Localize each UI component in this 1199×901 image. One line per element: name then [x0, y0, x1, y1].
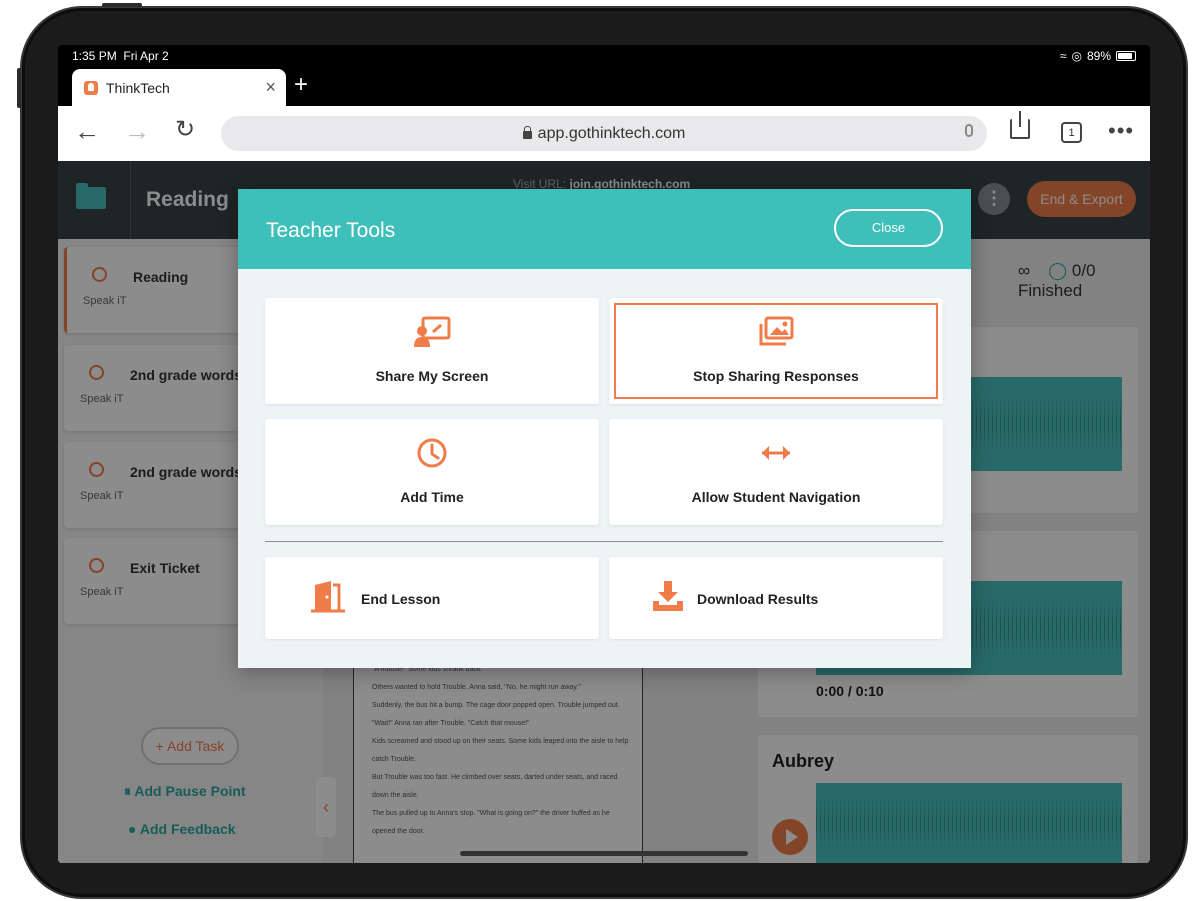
microphone-icon[interactable] [965, 124, 973, 137]
download-icon [653, 581, 683, 611]
browser-tab[interactable]: ThinkTech × [72, 69, 286, 106]
tabs-count-button[interactable]: 1 [1061, 122, 1082, 143]
download-results-button[interactable]: Download Results [609, 557, 943, 639]
new-tab-button[interactable]: + [294, 71, 308, 99]
end-lesson-label: End Lesson [361, 591, 441, 607]
status-bar: 1:35 PM Fri Apr 2 ≈ ◎ 89% [58, 45, 1150, 67]
battery-percent: 89% [1086, 49, 1111, 63]
share-screen-icon [414, 316, 451, 347]
location-icon: ◎ [1071, 49, 1082, 63]
modal-divider [265, 541, 943, 542]
status-time: 1:35 PM Fri Apr 2 [72, 49, 169, 63]
stop-sharing-responses-button[interactable]: Stop Sharing Responses [609, 298, 943, 404]
screen: 1:35 PM Fri Apr 2 ≈ ◎ 89% ThinkTech × + … [58, 45, 1150, 863]
double-arrow-icon [762, 446, 790, 460]
allow-student-navigation-label: Allow Student Navigation [691, 489, 861, 505]
share-icon[interactable] [1010, 111, 1030, 139]
clock-icon [417, 438, 447, 468]
stop-sharing-responses-label: Stop Sharing Responses [693, 368, 859, 384]
more-options-icon[interactable]: ••• [1108, 118, 1134, 144]
share-my-screen-label: Share My Screen [375, 368, 489, 384]
add-time-label: Add Time [400, 489, 464, 505]
forward-arrow-icon[interactable]: → [124, 118, 150, 144]
teacher-tools-modal: Teacher Tools Close Share My Screen Stop… [238, 189, 971, 668]
status-indicators: ≈ ◎ 89% [1060, 49, 1136, 63]
modal-header: Teacher Tools Close [238, 189, 971, 269]
modal-title: Teacher Tools [266, 219, 396, 242]
allow-student-navigation-button[interactable]: Allow Student Navigation [609, 419, 943, 525]
tab-title: ThinkTech [106, 79, 170, 96]
share-my-screen-button[interactable]: Share My Screen [265, 298, 599, 404]
lock-icon [522, 125, 532, 139]
back-arrow-icon[interactable]: ← [74, 118, 100, 144]
battery-icon [1116, 51, 1136, 61]
end-lesson-button[interactable]: End Lesson [265, 557, 599, 639]
browser-toolbar: ← → ↻ app.gothinktech.com 1 ••• [58, 106, 1150, 161]
top-button [102, 3, 142, 7]
status-clock: 1:35 PM [72, 49, 117, 63]
address-bar[interactable]: app.gothinktech.com [221, 116, 987, 151]
close-button[interactable]: Close [834, 209, 943, 247]
volume-button [17, 68, 21, 108]
url-text: app.gothinktech.com [537, 124, 686, 142]
thinktech-favicon-icon [84, 80, 98, 95]
status-date: Fri Apr 2 [123, 49, 169, 63]
door-exit-icon [311, 581, 345, 613]
images-icon [759, 316, 794, 346]
home-indicator [460, 851, 748, 856]
wifi-icon: ≈ [1059, 49, 1067, 63]
download-results-label: Download Results [697, 591, 819, 607]
reload-icon[interactable]: ↻ [175, 118, 195, 142]
add-time-button[interactable]: Add Time [265, 419, 599, 525]
close-tab-icon[interactable]: × [265, 77, 276, 98]
